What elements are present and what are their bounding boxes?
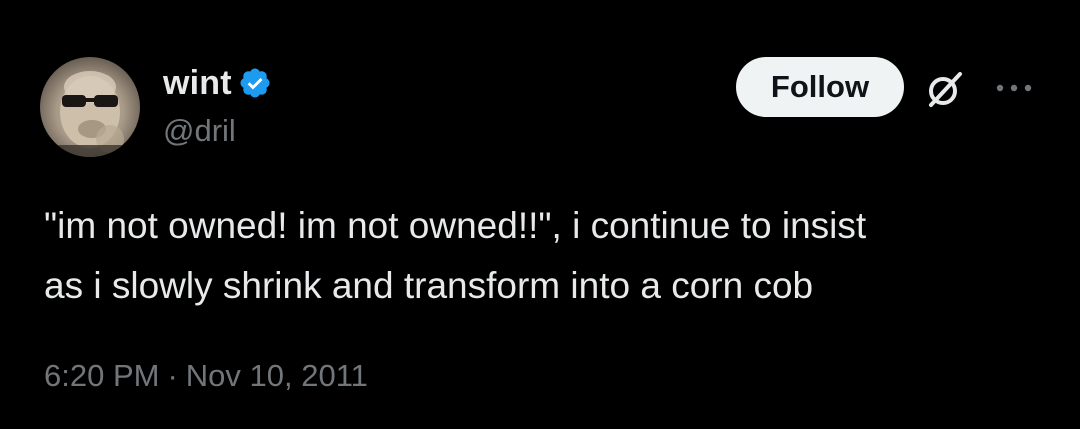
timestamp-separator: ·	[167, 358, 178, 393]
author-handle[interactable]: @dril	[163, 113, 236, 149]
tweet-text-line-2: as i slowly shrink and transform into a …	[44, 265, 814, 306]
grok-icon[interactable]	[924, 68, 966, 110]
tweet-card: wint @dril Follow "im not owned! im not …	[0, 0, 1080, 429]
tweet-text-line-1: "im not owned! im not owned!!", i contin…	[44, 205, 867, 246]
tweet-timestamp[interactable]: 6:20 PM · Nov 10, 2011	[44, 358, 368, 394]
more-options-icon[interactable]	[994, 80, 1034, 96]
avatar[interactable]	[40, 57, 140, 157]
verified-badge-icon	[240, 68, 270, 98]
tweet-date: Nov 10, 2011	[185, 358, 368, 393]
avatar-image	[40, 71, 140, 157]
author-name-row: wint	[163, 62, 272, 104]
author-display-name[interactable]: wint	[163, 64, 232, 103]
follow-button[interactable]: Follow	[736, 57, 904, 117]
tweet-time: 6:20 PM	[44, 358, 160, 393]
tweet-text: "im not owned! im not owned!!", i contin…	[44, 196, 1054, 316]
